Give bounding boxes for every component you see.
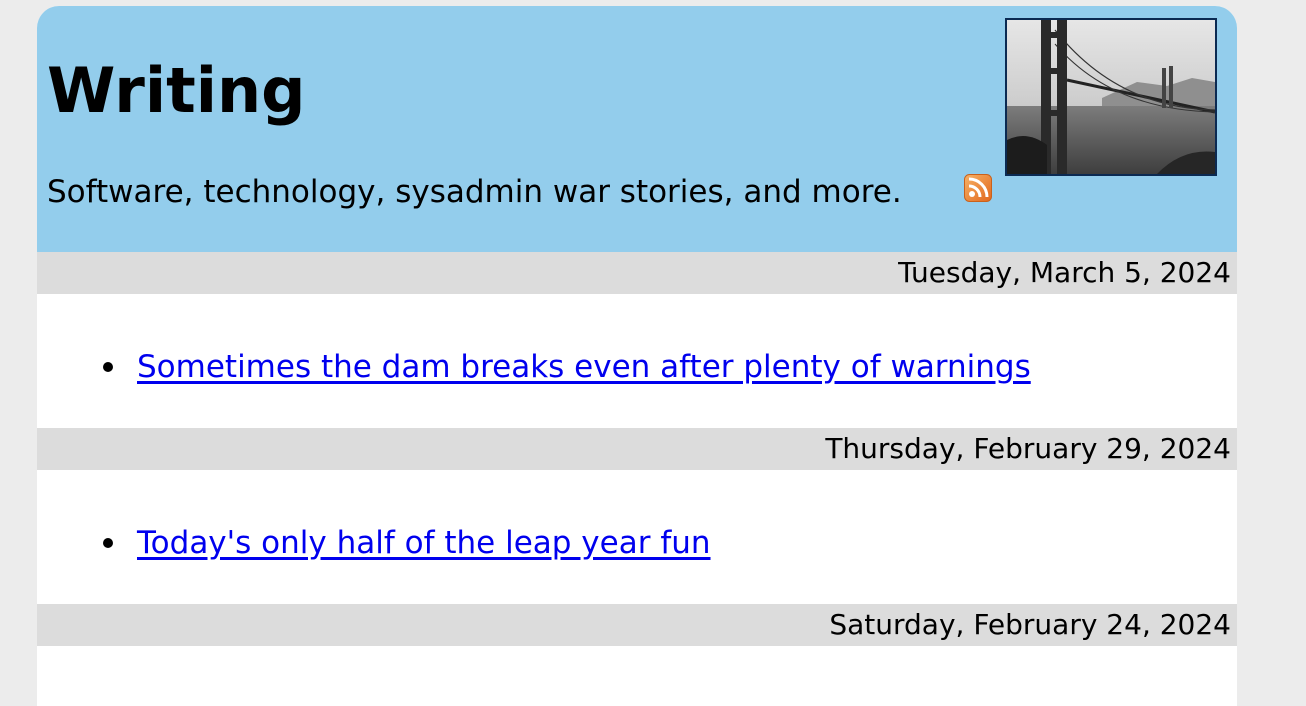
bullet-icon [103, 538, 113, 548]
list-item: Sometimes the dam breaks even after plen… [37, 346, 1237, 388]
rss-feed-icon[interactable] [964, 174, 992, 202]
post-list: Today's only half of the leap year fun [37, 522, 1237, 564]
golden-gate-bridge-photo [1005, 18, 1217, 176]
date-label: Tuesday, March 5, 2024 [898, 256, 1231, 289]
site-title: Writing [47, 54, 306, 127]
site-header: Writing Software, technology, sysadmin w… [37, 6, 1237, 252]
bullet-icon [103, 362, 113, 372]
post-list: Sometimes the dam breaks even after plen… [37, 346, 1237, 388]
post-link[interactable]: Sometimes the dam breaks even after plen… [137, 346, 1031, 388]
date-label: Thursday, February 29, 2024 [825, 432, 1231, 465]
date-header: Thursday, February 29, 2024 [37, 428, 1237, 470]
list-item: Today's only half of the leap year fun [37, 522, 1237, 564]
post-link[interactable]: Today's only half of the leap year fun [137, 522, 711, 564]
site-tagline: Software, technology, sysadmin war stori… [47, 174, 902, 210]
date-header: Saturday, February 24, 2024 [37, 604, 1237, 646]
date-header: Tuesday, March 5, 2024 [37, 252, 1237, 294]
date-label: Saturday, February 24, 2024 [829, 608, 1231, 641]
page-container: Writing Software, technology, sysadmin w… [37, 6, 1237, 706]
